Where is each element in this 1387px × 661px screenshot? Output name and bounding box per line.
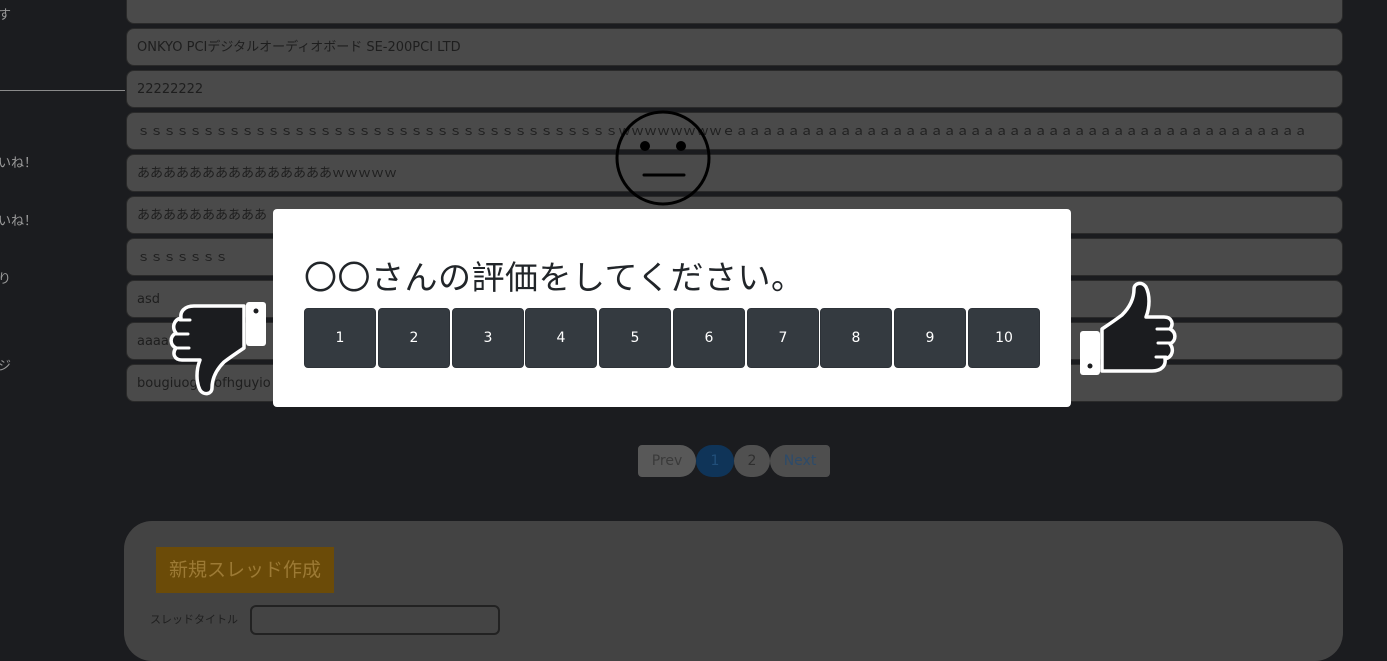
sidebar: す いね！ いね！ り ジ bbox=[0, 0, 125, 619]
thumbs-up-icon[interactable] bbox=[1076, 279, 1180, 379]
sidebar-item-3[interactable]: り bbox=[0, 268, 11, 287]
new-thread-panel: 新規スレッド作成 スレッドタイトル bbox=[124, 521, 1343, 661]
rating-button-5[interactable]: 5 bbox=[599, 308, 671, 368]
rating-button-10[interactable]: 10 bbox=[968, 308, 1040, 368]
thumbs-down-icon[interactable] bbox=[166, 298, 270, 398]
sidebar-item-like-2[interactable]: いね！ bbox=[0, 210, 37, 229]
rating-button-2[interactable]: 2 bbox=[378, 308, 450, 368]
thread-row[interactable]: 22222222 bbox=[126, 70, 1343, 108]
thread-title-input[interactable] bbox=[250, 605, 500, 635]
rating-button-7[interactable]: 7 bbox=[747, 308, 819, 368]
page-1-button[interactable]: 1 bbox=[696, 445, 734, 477]
rating-button-4[interactable]: 4 bbox=[525, 308, 597, 368]
sidebar-item-4[interactable]: ジ bbox=[0, 355, 11, 374]
rating-modal: 〇〇さんの評価をしてください。 1 2 3 4 5 6 7 8 9 10 bbox=[273, 209, 1071, 407]
page-2-button[interactable]: 2 bbox=[734, 445, 770, 477]
thread-title-label: スレッドタイトル bbox=[150, 613, 238, 626]
prev-page-button[interactable]: Prev bbox=[638, 445, 696, 477]
rating-button-1[interactable]: 1 bbox=[304, 308, 376, 368]
rating-button-9[interactable]: 9 bbox=[894, 308, 966, 368]
rating-button-8[interactable]: 8 bbox=[820, 308, 892, 368]
rating-button-6[interactable]: 6 bbox=[673, 308, 745, 368]
new-thread-button[interactable]: 新規スレッド作成 bbox=[156, 547, 334, 593]
thread-row[interactable]: ｓｓｓｓｓｓｓｓｓｓｓｓｓｓｓｓｓｓｓｓｓｓｓｓｓｓｓｓｓｓｓｓｓｓｓｓｓｗｗｗ… bbox=[126, 112, 1343, 150]
sidebar-divider bbox=[0, 90, 125, 91]
sidebar-item-like-1[interactable]: いね！ bbox=[0, 152, 37, 171]
thread-row[interactable]: ONKYO PCIデジタルオーディオボード SE-200PCI LTD bbox=[126, 28, 1343, 66]
thread-row[interactable] bbox=[126, 0, 1343, 24]
thread-row[interactable]: あああああああああああああああｗｗｗｗｗ bbox=[126, 154, 1343, 192]
sidebar-item-1[interactable]: す bbox=[0, 4, 11, 23]
next-page-button[interactable]: Next bbox=[770, 445, 830, 477]
modal-title: 〇〇さんの評価をしてください。 bbox=[304, 258, 805, 297]
neutral-face-icon bbox=[615, 110, 711, 206]
rating-button-3[interactable]: 3 bbox=[452, 308, 524, 368]
